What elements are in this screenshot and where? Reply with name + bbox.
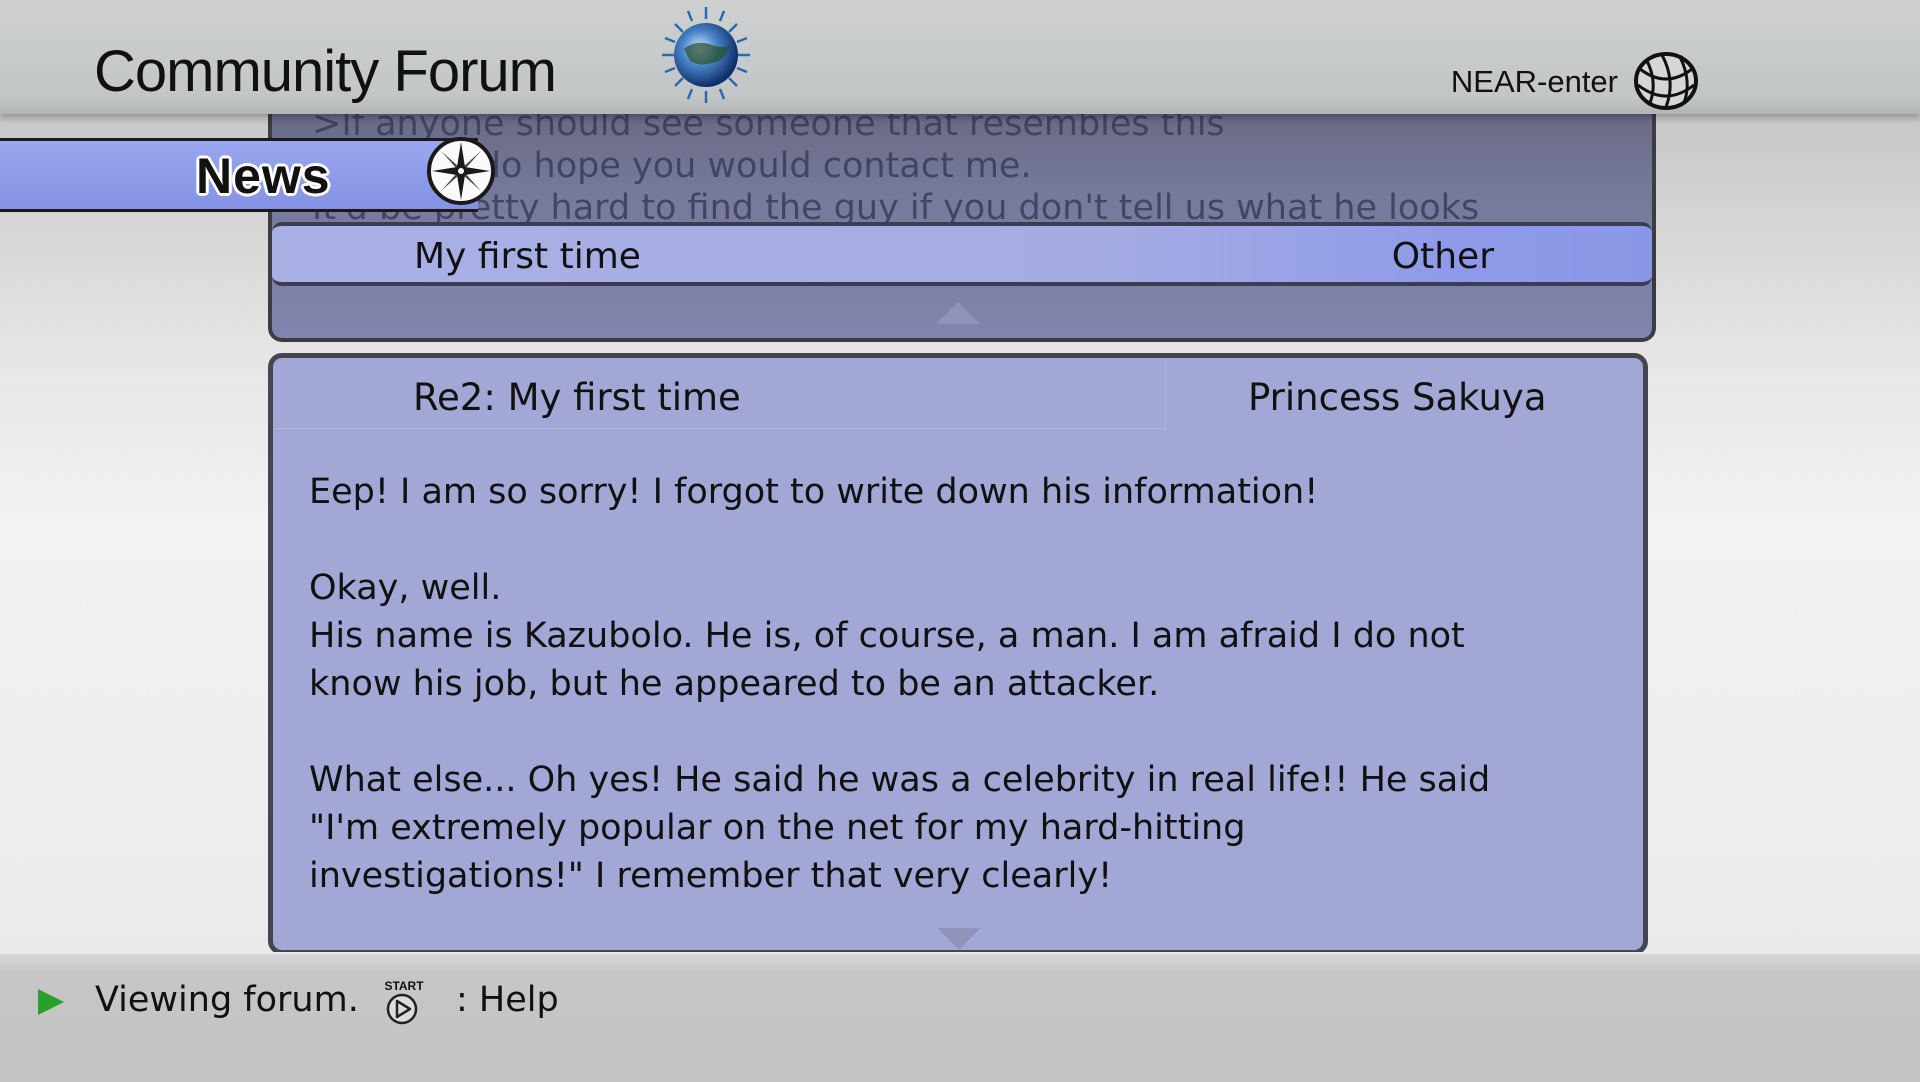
- scroll-up-icon[interactable]: [936, 302, 980, 324]
- start-button-icon[interactable]: START: [382, 978, 426, 1026]
- tab-news[interactable]: News: [0, 138, 478, 212]
- post-header: Re2: My first time Princess Sakuya: [273, 358, 1643, 430]
- post-author: Princess Sakuya: [1248, 376, 1547, 419]
- thread-preview-line: >I do hope you would contact me.: [428, 146, 1032, 186]
- globe-logo-icon: [662, 7, 750, 103]
- thread-category: Other: [1391, 236, 1494, 277]
- post-body-line: What else... Oh yes! He said he was a ce…: [309, 760, 1491, 800]
- post-body: Eep! I am so sorry! I forgot to write do…: [309, 468, 1609, 900]
- post-body-line: know his job, but he appeared to be an a…: [309, 664, 1160, 704]
- play-arrow-icon: [38, 989, 64, 1015]
- post-body-line: Eep! I am so sorry! I forgot to write do…: [309, 472, 1319, 512]
- post-body-line: His name is Kazubolo. He is, of course, …: [309, 616, 1465, 656]
- scroll-down-icon[interactable]: [937, 928, 981, 950]
- help-label: : Help: [456, 980, 559, 1020]
- post-body-line: Okay, well.: [309, 568, 502, 608]
- footer-bar: Viewing forum. START : Help: [0, 952, 1920, 1082]
- page-title: Community Forum: [94, 39, 557, 104]
- post-title: Re2: My first time: [413, 376, 741, 419]
- post-panel: Re2: My first time Princess Sakuya Eep! …: [268, 353, 1648, 955]
- svg-text:START: START: [384, 979, 424, 993]
- net-sphere-icon: [1634, 52, 1698, 110]
- post-title-cell: Re2: My first time: [273, 358, 1166, 429]
- connection-status: NEAR-enter: [1450, 64, 1618, 99]
- thread-title: My first time: [414, 236, 641, 277]
- post-body-line: "I'm extremely popular on the net for my…: [309, 808, 1246, 848]
- tab-news-label: News: [196, 148, 331, 204]
- status-text: Viewing forum.: [95, 980, 359, 1020]
- post-body-line: investigations!" I remember that very cl…: [309, 856, 1113, 896]
- compass-icon: [427, 137, 495, 205]
- thread-row-selected[interactable]: My first time Other: [272, 222, 1652, 286]
- header-bar: Community Forum NEAR-enter: [0, 0, 1920, 114]
